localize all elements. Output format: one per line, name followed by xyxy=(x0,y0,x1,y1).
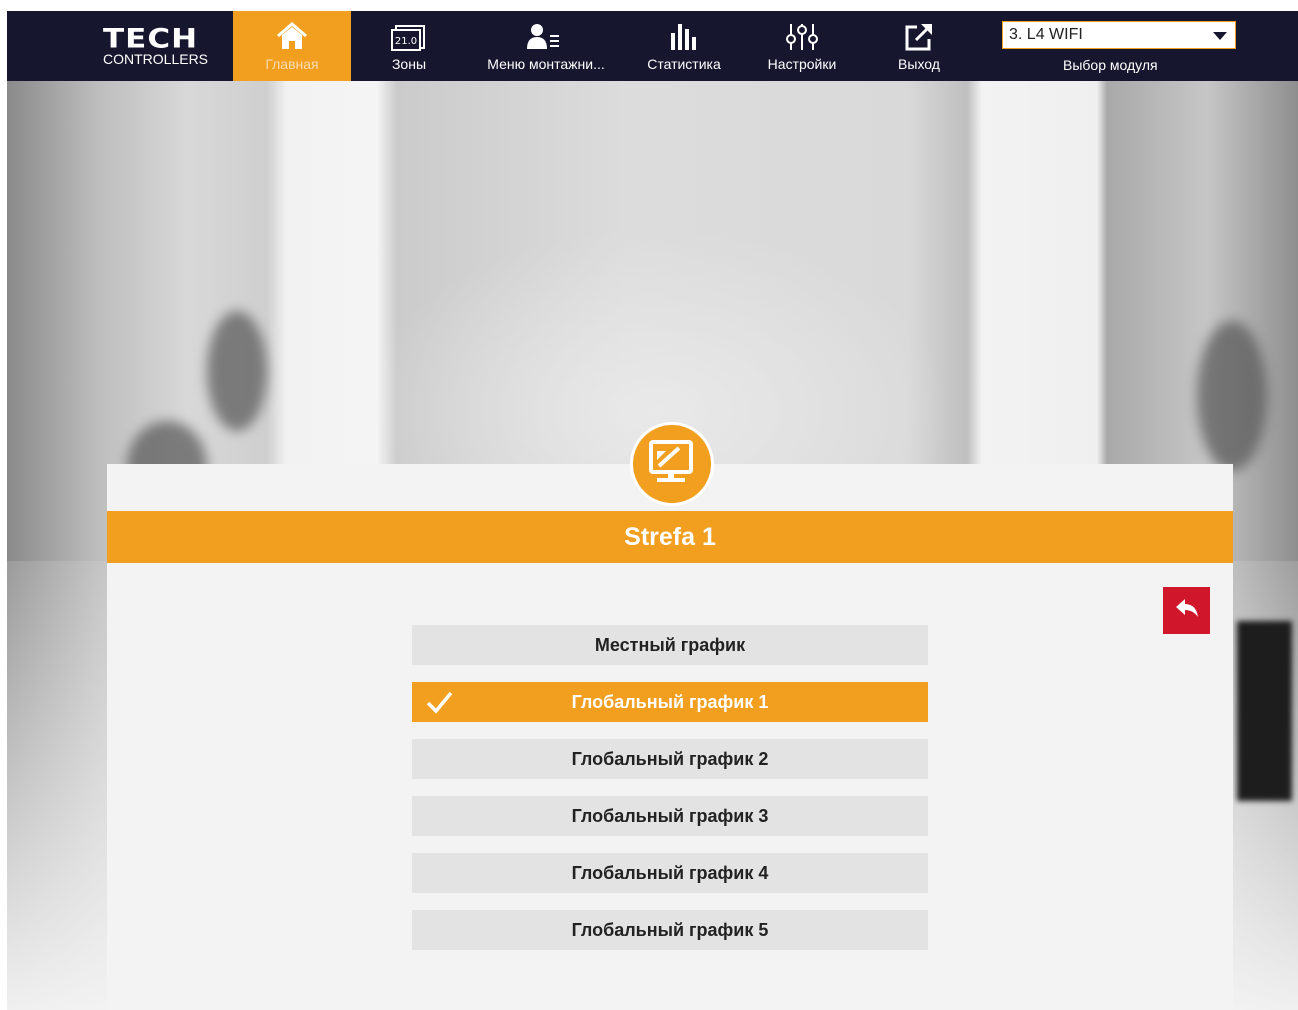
back-arrow-icon xyxy=(1176,599,1198,617)
statistics-icon xyxy=(671,24,696,50)
zones-icon: 21.0 xyxy=(391,25,425,51)
nav-settings[interactable]: Настройки xyxy=(751,11,853,81)
top-navigation-bar: TECH CONTROLLERS Главная 21.0 Зоны Меню … xyxy=(7,11,1298,81)
settings-sliders-icon xyxy=(786,24,818,50)
logout-icon xyxy=(905,24,932,51)
schedule-option-global-3[interactable]: Глобальный график 3 xyxy=(412,796,928,836)
schedule-option-global-4[interactable]: Глобальный график 4 xyxy=(412,853,928,893)
checkmark-icon xyxy=(426,691,453,714)
svg-text:21.0: 21.0 xyxy=(395,36,417,47)
module-select-label: Выбор модуля xyxy=(1063,57,1158,73)
nav-home[interactable]: Главная xyxy=(233,11,351,81)
nav-installer-menu[interactable]: Меню монтажни... xyxy=(473,11,619,81)
panel-title: Strefa 1 xyxy=(107,511,1233,563)
nav-logout[interactable]: Выход xyxy=(869,11,969,81)
tech-controllers-logo[interactable]: TECH CONTROLLERS xyxy=(103,25,213,71)
zone-schedule-panel: Strefa 1 Местный график Глобальный графи… xyxy=(107,422,1233,1010)
nav-zones[interactable]: 21.0 Зоны xyxy=(359,11,459,81)
schedule-option-global-1[interactable]: Глобальный график 1 xyxy=(412,682,928,722)
module-select-value: 3. L4 WIFI xyxy=(1009,26,1083,43)
installer-menu-icon xyxy=(527,24,559,49)
chevron-down-icon xyxy=(1213,32,1227,40)
monitor-icon xyxy=(649,440,693,482)
back-button[interactable] xyxy=(1163,587,1210,634)
schedule-option-global-2[interactable]: Глобальный график 2 xyxy=(412,739,928,779)
schedule-option-local[interactable]: Местный график xyxy=(412,625,928,665)
zone-icon-badge xyxy=(630,422,714,506)
nav-statistics[interactable]: Статистика xyxy=(633,11,735,81)
schedule-option-global-5[interactable]: Глобальный график 5 xyxy=(412,910,928,950)
module-select[interactable]: 3. L4 WIFI xyxy=(1002,21,1236,49)
home-icon xyxy=(277,22,307,49)
